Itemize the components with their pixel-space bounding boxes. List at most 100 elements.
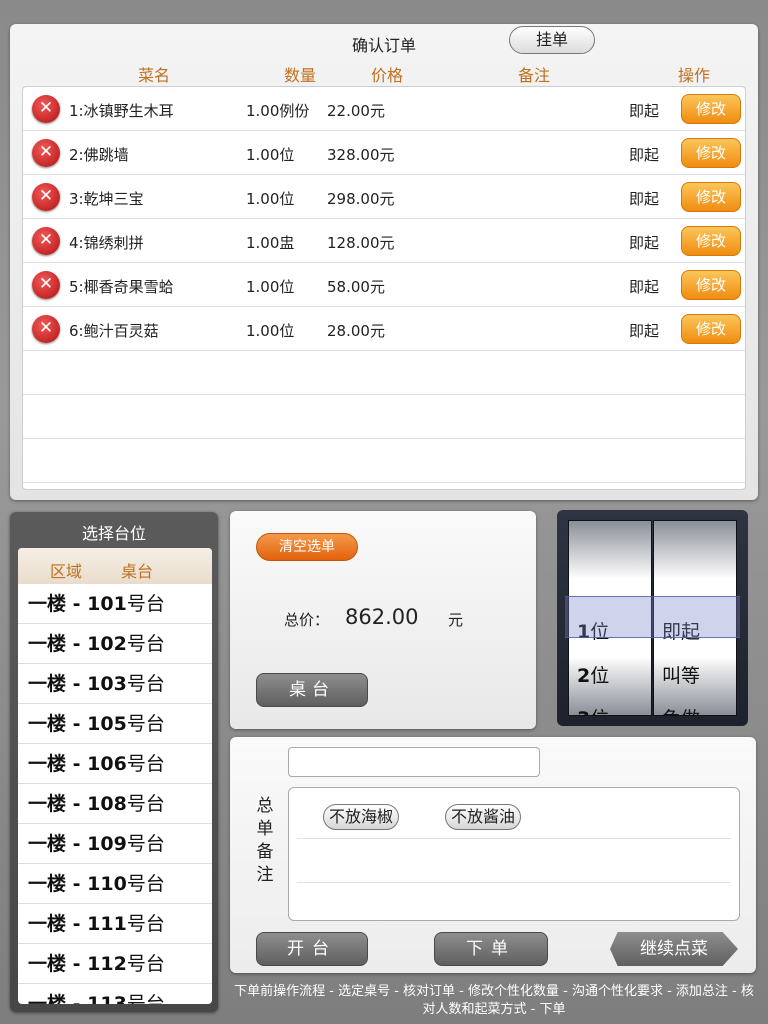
dish-status: 即起 <box>629 102 660 120</box>
total-label: 总价： <box>284 611 330 629</box>
table-row[interactable]: 一楼 - 111号台 <box>18 904 212 944</box>
delete-icon[interactable]: ✕ <box>32 95 60 123</box>
col-header-price: 价格 <box>371 66 404 85</box>
dish-name: 5:椰香奇果雪蛤 <box>69 278 174 296</box>
table-row[interactable]: 一楼 - 105号台 <box>18 704 212 744</box>
table-suffix: 号台 <box>126 793 165 815</box>
table-number: 103 <box>87 673 127 695</box>
table-suffix: 号台 <box>126 673 165 695</box>
table-area: 一楼 <box>28 913 67 935</box>
divider <box>297 838 731 839</box>
edit-button[interactable]: 修改 <box>681 226 741 256</box>
table-suffix: 号台 <box>126 993 165 1004</box>
order-row: ✕ 5:椰香奇果雪蛤 1.00位 58.00元 即起 修改 <box>23 263 745 307</box>
total-unit: 元 <box>448 611 464 629</box>
clear-order-button[interactable]: 清空选单 <box>256 533 358 561</box>
table-number: 113 <box>87 993 127 1004</box>
table-row[interactable]: 一楼 - 101号台 <box>18 584 212 624</box>
remark-input[interactable] <box>288 747 540 777</box>
dish-qty: 1.00位 <box>246 146 295 164</box>
table-list-header: 区域 桌台 <box>18 548 212 584</box>
table-area: 一楼 <box>28 593 67 615</box>
dish-name: 3:乾坤三宝 <box>69 190 144 208</box>
table-suffix: 号台 <box>126 913 165 935</box>
table-row[interactable]: 一楼 - 112号台 <box>18 944 212 984</box>
table-number: 108 <box>87 793 127 815</box>
remark-label: 总单备注 <box>256 796 274 885</box>
table-number: 105 <box>87 713 127 735</box>
table-row[interactable]: 一楼 - 108号台 <box>18 784 212 824</box>
table-panel-title: 选择台位 <box>81 524 146 543</box>
table-button[interactable]: 桌台 <box>256 673 368 707</box>
table-suffix: 号台 <box>126 633 165 655</box>
table-area: 一楼 <box>28 833 67 855</box>
dish-price: 328.00元 <box>327 146 395 164</box>
table-area: 一楼 <box>28 993 67 1004</box>
remark-chip[interactable]: 不放海椒 <box>323 804 400 830</box>
col-header-table: 桌台 <box>121 562 154 581</box>
col-header-action: 操作 <box>678 66 711 85</box>
footer-instructions: 下单前操作流程 - 选定桌号 - 核对订单 - 修改个性化数量 - 沟通个性化要… <box>234 984 754 1017</box>
order-panel: 确认订单 挂单 菜名 数量 价格 备注 操作 ✕ 1:冰镇野生木耳 1.00例份… <box>10 24 758 500</box>
hang-order-button[interactable]: 挂单 <box>509 26 595 54</box>
people-num: 3 <box>577 708 590 715</box>
delete-icon[interactable]: ✕ <box>32 183 60 211</box>
order-list: ✕ 1:冰镇野生木耳 1.00例份 22.00元 即起 修改 ✕ 2:佛跳墙 1… <box>22 86 746 490</box>
col-header-note: 备注 <box>518 66 551 85</box>
table-number: 111 <box>87 913 127 935</box>
table-list[interactable]: 区域 桌台 一楼 - 101号台 一楼 - 102号台 一楼 - 103号台 一… <box>18 548 212 1004</box>
people-num: 2 <box>577 665 591 687</box>
edit-button[interactable]: 修改 <box>681 94 741 124</box>
dish-name: 2:佛跳墙 <box>69 146 129 164</box>
delete-icon[interactable]: ✕ <box>32 227 60 255</box>
dish-name: 4:锦绣刺拼 <box>69 234 144 252</box>
people-serve-picker[interactable]: 1位 2位 3位 即起 叫等 免做 <box>557 510 748 726</box>
delete-icon[interactable]: ✕ <box>32 315 60 343</box>
col-header-qty: 数量 <box>284 66 317 85</box>
table-row[interactable]: 一楼 - 103号台 <box>18 664 212 704</box>
table-row[interactable]: 一楼 - 113号台 <box>18 984 212 1004</box>
order-title: 确认订单 <box>351 36 416 55</box>
remark-box[interactable]: 不放海椒 不放酱油 <box>288 787 740 921</box>
table-area: 一楼 <box>28 793 67 815</box>
table-number: 112 <box>87 953 127 975</box>
submit-order-button[interactable]: 下单 <box>434 932 548 966</box>
total-value: 862.00 <box>345 605 419 629</box>
edit-button[interactable]: 修改 <box>681 314 741 344</box>
total-panel: 清空选单 总价： 862.00 元 桌台 <box>230 511 536 729</box>
open-table-button[interactable]: 开台 <box>256 932 368 966</box>
edit-button[interactable]: 修改 <box>681 182 741 212</box>
edit-button[interactable]: 修改 <box>681 138 741 168</box>
table-row[interactable]: 一楼 - 106号台 <box>18 744 212 784</box>
order-row: ✕ 2:佛跳墙 1.00位 328.00元 即起 修改 <box>23 131 745 175</box>
table-row[interactable]: 一楼 - 102号台 <box>18 624 212 664</box>
order-row: ✕ 6:鲍汁百灵菇 1.00位 28.00元 即起 修改 <box>23 307 745 351</box>
people-unit: 位 <box>590 665 610 687</box>
table-number: 109 <box>87 833 127 855</box>
dish-status: 即起 <box>629 278 660 296</box>
col-header-area: 区域 <box>50 562 83 581</box>
dish-status: 即起 <box>629 234 660 252</box>
picker-selection-bar <box>565 596 740 638</box>
dish-status: 即起 <box>629 322 660 340</box>
dish-price: 298.00元 <box>327 190 395 208</box>
table-area: 一楼 <box>28 953 67 975</box>
table-suffix: 号台 <box>126 713 165 735</box>
empty-row <box>23 395 745 439</box>
table-number: 110 <box>87 873 127 895</box>
remark-chip[interactable]: 不放酱油 <box>445 804 522 830</box>
dish-status: 即起 <box>629 190 660 208</box>
table-panel: 选择台位 区域 桌台 一楼 - 101号台 一楼 - 102号台 一楼 - 10… <box>10 512 218 1012</box>
edit-button[interactable]: 修改 <box>681 270 741 300</box>
table-area: 一楼 <box>28 873 67 895</box>
delete-icon[interactable]: ✕ <box>32 271 60 299</box>
col-header-name: 菜名 <box>138 66 171 85</box>
table-row[interactable]: 一楼 - 110号台 <box>18 864 212 904</box>
table-suffix: 号台 <box>126 833 165 855</box>
serve-option: 叫等 <box>662 665 701 687</box>
delete-icon[interactable]: ✕ <box>32 139 60 167</box>
continue-ordering-button[interactable]: 继续点菜 <box>610 932 738 966</box>
table-row[interactable]: 一楼 - 109号台 <box>18 824 212 864</box>
dish-price: 28.00元 <box>327 322 385 340</box>
table-area: 一楼 <box>28 753 67 775</box>
